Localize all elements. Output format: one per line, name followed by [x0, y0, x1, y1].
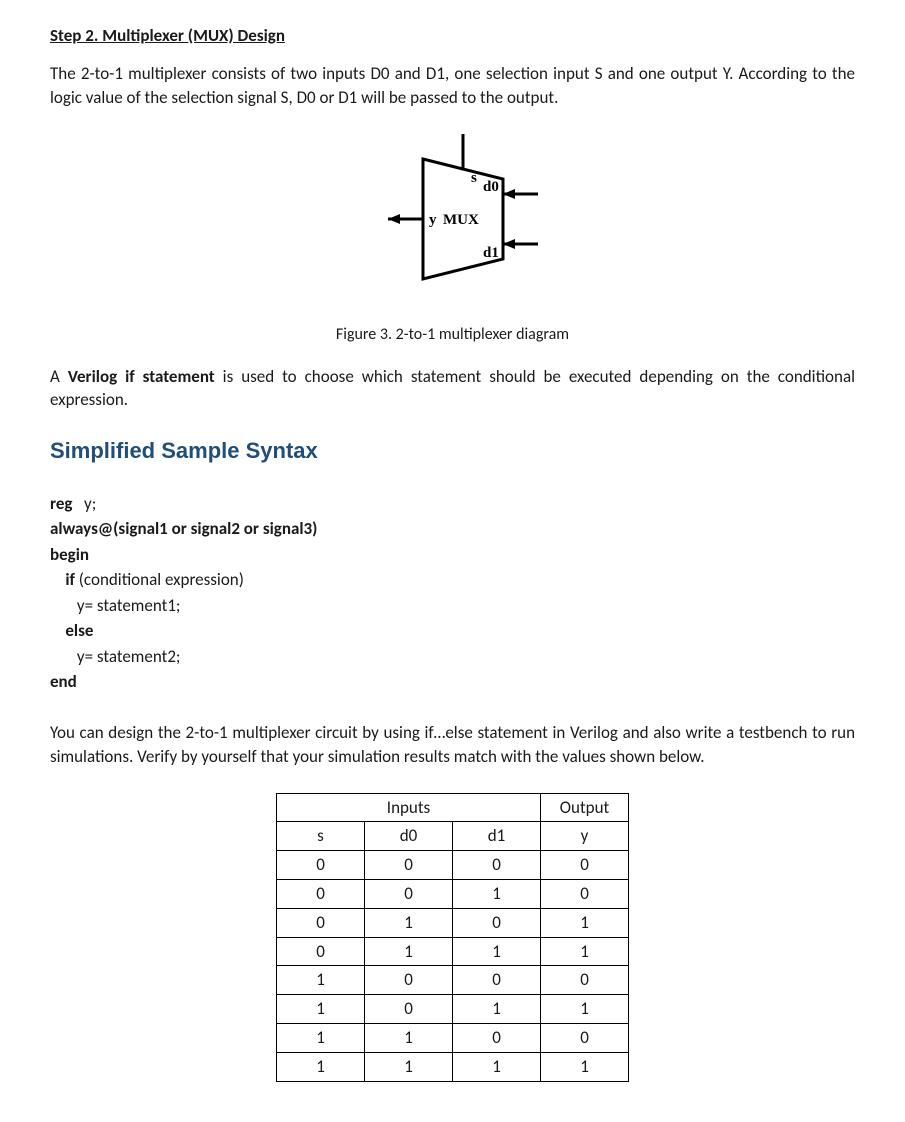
table-cell: 1 — [277, 1052, 365, 1081]
code-l1b: y; — [72, 493, 96, 514]
table-cell: 0 — [277, 879, 365, 908]
table-cell: 0 — [277, 851, 365, 880]
th-y: y — [541, 822, 629, 851]
th-s: s — [277, 822, 365, 851]
mux-diagram-icon: s d0 d1 y MUX — [343, 129, 563, 299]
intro-paragraph: The 2-to-1 multiplexer consists of two i… — [50, 62, 855, 110]
code-l7: y= statement2; — [50, 646, 180, 667]
figure-caption: Figure 3. 2-to-1 multiplexer diagram — [50, 324, 855, 346]
th-inputs: Inputs — [277, 793, 541, 822]
step-title: Step 2. Multiplexer (MUX) Design — [50, 24, 855, 48]
table-cell: 1 — [277, 966, 365, 995]
mux-name-label: MUX — [443, 212, 479, 228]
design-paragraph: You can design the 2-to-1 multiplexer ci… — [50, 721, 855, 769]
table-cell: 0 — [365, 879, 453, 908]
code-l8: end — [50, 671, 77, 692]
table-cell: 0 — [453, 966, 541, 995]
code-l2: always@(signal1 or signal2 or signal3) — [50, 518, 317, 539]
mux-y-label: y — [429, 212, 437, 228]
code-l4b: (conditional expression) — [75, 569, 244, 590]
verilog-if-paragraph: A Verilog if statement is used to choose… — [50, 365, 855, 413]
table-cell: 0 — [541, 1023, 629, 1052]
table-cell: 1 — [277, 995, 365, 1024]
table-cell: 1 — [541, 995, 629, 1024]
code-l1a: reg — [50, 493, 72, 514]
table-cell: 1 — [453, 1052, 541, 1081]
th-d1: d1 — [453, 822, 541, 851]
code-l6: else — [50, 620, 93, 641]
para2-a: A — [50, 366, 68, 387]
table-cell: 0 — [453, 1023, 541, 1052]
table-cell: 1 — [541, 908, 629, 937]
mux-d0-label: d0 — [483, 179, 499, 195]
mux-s-label: s — [471, 170, 477, 186]
table-row: 1000 — [277, 966, 629, 995]
syntax-heading: Simplified Sample Syntax — [50, 436, 855, 467]
table-row: 0000 — [277, 851, 629, 880]
table-cell: 1 — [365, 1023, 453, 1052]
table-row: 0111 — [277, 937, 629, 966]
code-sample: reg y; always@(signal1 or signal2 or sig… — [50, 491, 855, 695]
table-cell: 0 — [541, 966, 629, 995]
table-row: 1011 — [277, 995, 629, 1024]
table-cell: 1 — [453, 995, 541, 1024]
table-cell: 0 — [277, 937, 365, 966]
table-cell: 0 — [365, 851, 453, 880]
table-cell: 1 — [365, 937, 453, 966]
table-row: 1111 — [277, 1052, 629, 1081]
table-cell: 0 — [365, 995, 453, 1024]
table-cell: 0 — [453, 908, 541, 937]
table-row: 0101 — [277, 908, 629, 937]
table-cell: 0 — [541, 879, 629, 908]
table-cell: 0 — [277, 908, 365, 937]
code-l4a: if — [50, 569, 75, 590]
mux-figure: s d0 d1 y MUX Figure 3. 2-to-1 multiplex… — [50, 129, 855, 346]
table-cell: 1 — [453, 879, 541, 908]
table-cell: 1 — [541, 1052, 629, 1081]
table-cell: 0 — [365, 966, 453, 995]
table-cell: 1 — [365, 1052, 453, 1081]
th-d0: d0 — [365, 822, 453, 851]
table-cell: 1 — [277, 1023, 365, 1052]
table-cell: 1 — [453, 937, 541, 966]
table-cell: 1 — [365, 908, 453, 937]
th-output: Output — [541, 793, 629, 822]
para2-b: Verilog if statement — [68, 366, 215, 387]
code-l5: y= statement1; — [50, 595, 180, 616]
truth-table: Inputs Output s d0 d1 y 0000001001010111… — [276, 793, 629, 1082]
table-cell: 0 — [541, 851, 629, 880]
table-row: 1100 — [277, 1023, 629, 1052]
code-l3: begin — [50, 544, 89, 565]
table-row: 0010 — [277, 879, 629, 908]
table-cell: 1 — [541, 937, 629, 966]
table-header-row: s d0 d1 y — [277, 822, 629, 851]
table-cell: 0 — [453, 851, 541, 880]
mux-d1-label: d1 — [483, 245, 499, 261]
